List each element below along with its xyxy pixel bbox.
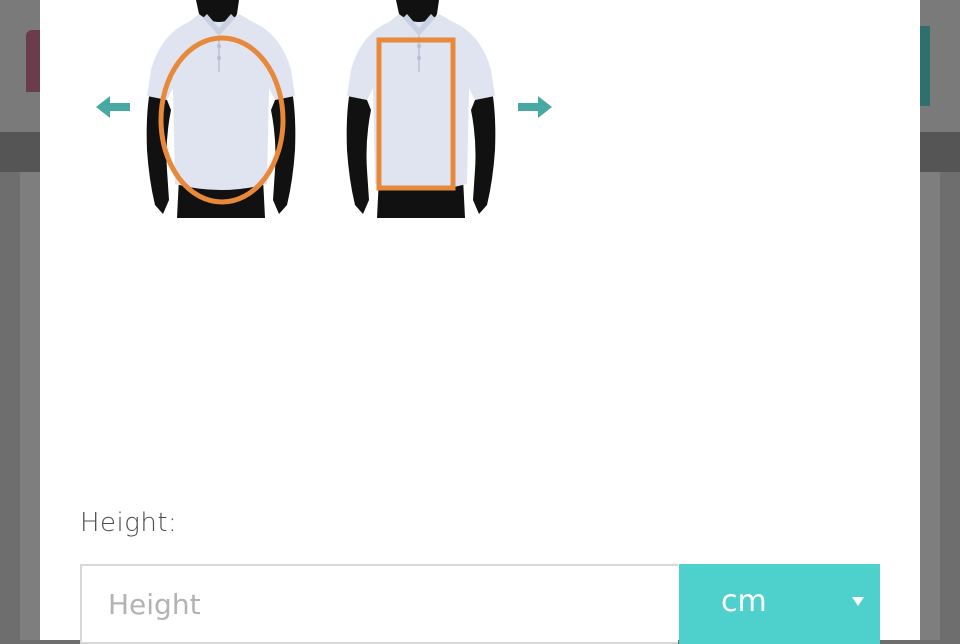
height-label: Height: (80, 508, 178, 538)
chest-measurement-figure[interactable] (141, 0, 301, 220)
torso-length-figure[interactable] (341, 0, 501, 220)
caret-down-icon (852, 597, 864, 606)
unit-select-value: cm (721, 584, 767, 619)
measurement-carousel (96, 0, 556, 220)
unit-select[interactable]: cm (679, 564, 880, 644)
height-input[interactable] (80, 564, 678, 644)
arrow-right-icon[interactable] (516, 94, 552, 120)
size-modal: Height: cm (40, 0, 920, 644)
arrow-left-icon[interactable] (96, 94, 132, 120)
